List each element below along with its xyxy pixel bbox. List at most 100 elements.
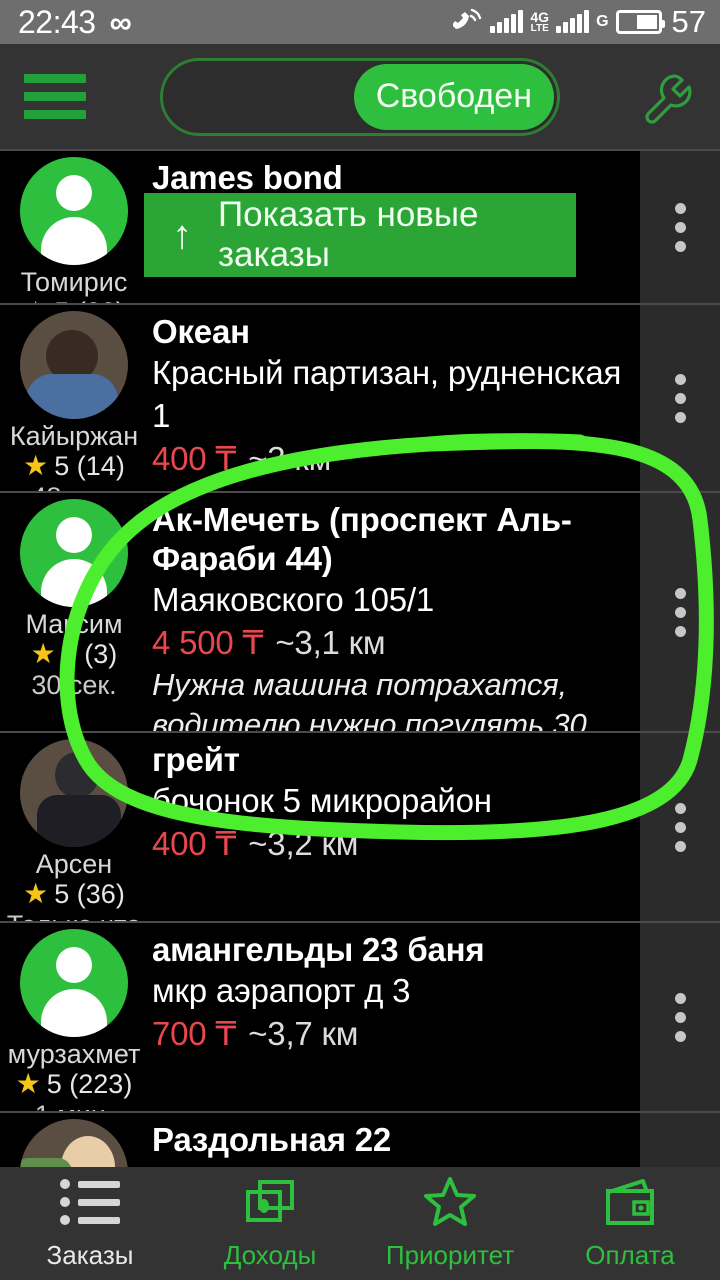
star-icon: ★: [30, 638, 56, 670]
signal-bars-icon: [490, 10, 524, 33]
star-icon: ★: [15, 1068, 41, 1100]
order-price-line: 400 ₸ ~3 км: [152, 438, 632, 481]
arrow-up-icon: ↑: [172, 213, 192, 257]
avatar-photo: [20, 1119, 128, 1167]
overflow-menu-icon[interactable]: [640, 733, 720, 921]
nav-item-income[interactable]: Доходы: [180, 1176, 360, 1271]
infinity-icon: ∞: [109, 4, 132, 40]
nav-item-priority[interactable]: Приоритет: [360, 1176, 540, 1271]
status-bar-icons: 4G LTE G 57: [452, 4, 706, 40]
order-price: 400 ₸: [152, 824, 237, 862]
orders-list[interactable]: Томирис ★ 5 (23) 50 сек. James bond Кайы…: [0, 149, 720, 1167]
star-outline-icon: [423, 1176, 477, 1228]
order-elapsed: 1 мин.: [35, 1099, 114, 1111]
order-title: Океан: [152, 313, 250, 350]
client-name: мурзахмет: [7, 1039, 141, 1069]
client-rating: ★ 5 (223): [16, 1069, 133, 1099]
order-address: Красный партизан, рудненская 1: [152, 353, 622, 434]
order-card[interactable]: мурзахмет ★ 5 (223) 1 мин. амангельды 23…: [0, 923, 720, 1113]
client-name: Арсен: [35, 849, 113, 879]
avatar-photo: [20, 311, 128, 419]
order-title: грейт: [152, 741, 240, 778]
order-title: Раздольная 22: [152, 1121, 392, 1158]
client-name: Кайыржан: [9, 421, 139, 451]
order-address: мкр аэрапорт д 3: [152, 971, 411, 1009]
order-details: Раздольная 22: [148, 1113, 640, 1167]
status-bar-clock: 22:43: [18, 4, 96, 40]
overflow-menu-icon[interactable]: [640, 305, 720, 491]
nav-item-payment[interactable]: Оплата: [540, 1176, 720, 1271]
nav-label-orders: Заказы: [46, 1240, 134, 1270]
avatar-placeholder-icon: [20, 157, 128, 265]
show-new-orders-label: Показать новые заказы: [218, 195, 479, 274]
overflow-menu-icon[interactable]: [640, 923, 720, 1111]
order-client-meta: Арсен ★ 5 (36) Только что: [0, 733, 148, 921]
order-elapsed: Только что: [7, 909, 141, 921]
client-name: Томирис: [20, 267, 128, 297]
rating-value: 5 (23): [54, 297, 125, 303]
battery-icon: [615, 10, 665, 34]
overflow-menu-icon[interactable]: [640, 493, 720, 731]
client-rating: ★ 5 (23): [23, 297, 125, 303]
order-details: грейт бочонок 5 микрорайон 400 ₸ ~3,2 км: [148, 733, 640, 921]
order-price-line: 400 ₸ ~3,2 км: [152, 823, 632, 866]
app-header: Свободен: [0, 44, 720, 149]
client-name: Максим: [25, 609, 123, 639]
nav-label-income: Доходы: [223, 1240, 317, 1270]
order-price: 4 500 ₸: [152, 623, 264, 661]
overflow-menu-icon[interactable]: [640, 1113, 720, 1167]
order-distance: ~3,1 км: [275, 623, 386, 661]
wrench-icon[interactable]: [610, 66, 720, 128]
rating-value: 5 (223): [46, 1069, 133, 1100]
order-client-meta: Томирис ★ 5 (23) 50 сек.: [0, 151, 148, 303]
wallet-icon: [603, 1176, 657, 1228]
bottom-navigation: Заказы Доходы Приоритет Оплата: [0, 1167, 720, 1280]
order-price-line: 700 ₸ ~3,7 км: [152, 1013, 632, 1056]
status-bar: 22:43 ∞ 4G LTE G 57: [0, 0, 720, 44]
status-toggle-wrap: Свободен: [110, 57, 610, 136]
order-details: Ак-Мечеть (проспект Аль-Фараби 44) Маяко…: [148, 493, 640, 731]
rating-value: 5 (3): [61, 639, 118, 670]
nav-label-payment: Оплата: [585, 1240, 675, 1270]
order-price: 400 ₸: [152, 439, 237, 477]
network-type-label-2: G: [596, 13, 609, 30]
order-elapsed: 30 сек.: [31, 670, 117, 701]
rating-value: 5 (36): [54, 879, 125, 910]
order-card[interactable]: Максим ★ 5 (3) 30 сек. Ак-Мечеть (проспе…: [0, 493, 720, 733]
avatar-placeholder-icon: [20, 499, 128, 607]
order-distance: ~3,7 км: [248, 1014, 359, 1052]
app-root: 22:43 ∞ 4G LTE G 57 Свободен Томирис Jam…: [0, 0, 720, 1280]
order-address: Маяковского 105/1: [152, 580, 435, 618]
order-client-meta: Кайыржан ★ 5 (14) 48 сек.: [0, 305, 148, 491]
signal-bars-icon-2: [556, 10, 590, 33]
order-card[interactable]: Арсен ★ 5 (36) Только что грейт бочонок …: [0, 733, 720, 923]
order-price: 700 ₸: [152, 1014, 237, 1052]
client-rating: ★ 5 (14): [23, 451, 125, 481]
income-cards-icon: [244, 1176, 296, 1228]
overflow-menu-icon[interactable]: [640, 151, 720, 303]
network-type-label: 4G LTE: [530, 9, 550, 34]
star-icon: ★: [23, 878, 49, 910]
order-elapsed: 48 сек.: [31, 481, 116, 491]
order-client-meta: Максим ★ 5 (3) 30 сек.: [0, 493, 148, 731]
battery-percent-label: 57: [671, 4, 706, 39]
order-distance: ~3 км: [248, 439, 332, 477]
hamburger-menu-icon[interactable]: [0, 74, 110, 119]
rating-value: 5 (14): [54, 451, 125, 482]
driver-status-label: Свободен: [353, 63, 554, 130]
order-card[interactable]: Раздольная 22: [0, 1113, 720, 1167]
order-client-meta: мурзахмет ★ 5 (223) 1 мин.: [0, 923, 148, 1111]
order-price-line: 4 500 ₸ ~3,1 км: [152, 622, 632, 665]
nav-label-priority: Приоритет: [385, 1240, 515, 1270]
order-note: Нужна машина потрахатся, водителю нужно …: [152, 666, 587, 733]
order-title: амангельды 23 баня: [152, 931, 485, 968]
show-new-orders-button[interactable]: ↑ Показать новые заказы: [144, 193, 576, 277]
order-details: Океан Красный партизан, рудненская 1 400…: [148, 305, 640, 491]
star-icon: ★: [23, 450, 49, 482]
nav-item-orders[interactable]: Заказы: [0, 1176, 180, 1271]
order-card[interactable]: Кайыржан ★ 5 (14) 48 сек. Океан Красный …: [0, 305, 720, 493]
order-client-meta: [0, 1113, 148, 1167]
orders-list-icon: [60, 1176, 120, 1228]
volte-call-icon: [452, 7, 483, 38]
driver-status-toggle[interactable]: Свободен: [160, 57, 560, 136]
